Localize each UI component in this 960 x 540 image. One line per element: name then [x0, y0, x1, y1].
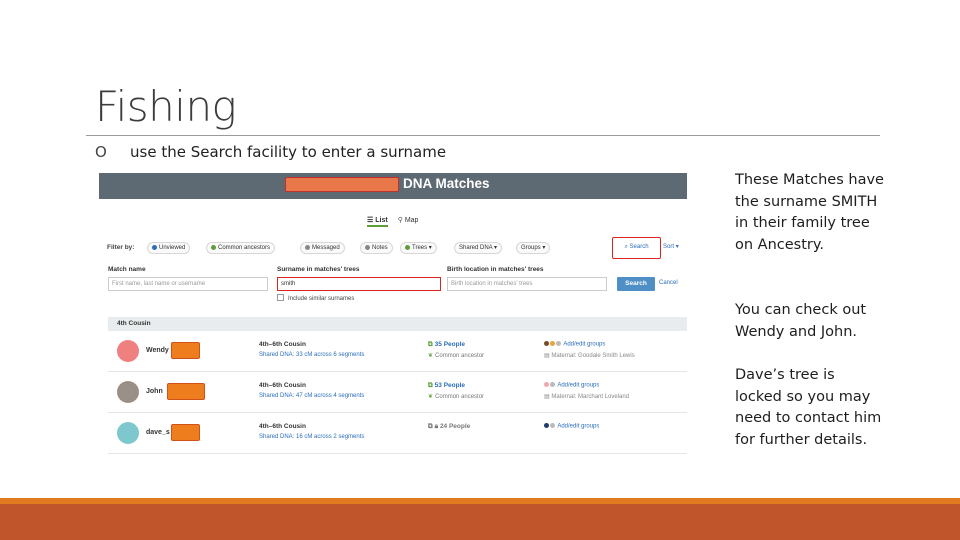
group-dot-icon	[544, 341, 549, 346]
note-icon: ▤	[544, 353, 550, 359]
lock-icon: 🔒︎	[434, 423, 439, 430]
filter-notes[interactable]: Notes	[360, 242, 393, 254]
match-row-john[interactable]: John 4th–6th Cousin Shared DNA: 47 cM ac…	[108, 373, 687, 413]
surname-input[interactable]: smith	[277, 277, 441, 291]
shared-dna-link[interactable]: Shared DNA: 16 cM across 2 segments	[259, 434, 364, 440]
tree-link[interactable]: ⧉ 35 People	[428, 341, 465, 349]
group-dot-icon	[556, 341, 561, 346]
common-ancestor-badge[interactable]: ❦ Common ancestor	[428, 393, 484, 400]
bullet-marker: O	[95, 143, 107, 161]
group-heading: 4th Cousin	[108, 317, 687, 331]
birth-location-input[interactable]: Birth location in matches' trees	[447, 277, 607, 291]
birth-location-label: Birth location in matches' trees	[447, 266, 544, 273]
shared-dna-link[interactable]: Shared DNA: 47 cM across 4 segments	[259, 393, 364, 399]
leaf-icon: ❦	[428, 394, 434, 400]
match-name-input[interactable]: First name, last name or username	[108, 277, 268, 291]
slide-title: Fishing	[95, 82, 237, 131]
similar-surnames-checkbox[interactable]: Include similar surnames	[277, 294, 354, 302]
filter-bar: Filter by: Unviewed Common ancestors Mes…	[107, 242, 687, 254]
filter-label: Filter by:	[107, 244, 135, 251]
relationship: 4th–6th Cousin	[259, 382, 306, 389]
tree-icon: ⧉	[428, 382, 433, 389]
map-pin-icon: ⚲	[397, 217, 403, 224]
match-row-wendy[interactable]: Wendy 4th–6th Cousin Shared DNA: 33 cM a…	[108, 332, 687, 372]
cancel-link[interactable]: Cancel	[659, 280, 678, 286]
groups-link[interactable]: Add/edit groups	[544, 382, 599, 389]
common-ancestor-badge[interactable]: ❦ Common ancestor	[428, 352, 484, 359]
redacted-surname	[171, 424, 200, 441]
filter-common-ancestors[interactable]: Common ancestors	[206, 242, 276, 254]
groups-link[interactable]: Add/edit groups	[544, 423, 599, 430]
message-icon	[305, 244, 310, 250]
side-note-wendy-john: You can check out Wendy and John.	[735, 302, 867, 340]
groups-link[interactable]: Add/edit groups	[544, 341, 605, 348]
leaf-icon: ❦	[428, 353, 434, 359]
side-note-smith: These Matches have the surname SMITH in …	[735, 172, 884, 254]
filter-messaged[interactable]: Messaged	[300, 242, 345, 254]
list-icon: ☰	[367, 217, 374, 224]
match-name[interactable]: dave_s	[146, 429, 170, 436]
dna-matches-title: DNA Matches	[403, 176, 490, 191]
filter-trees[interactable]: Trees ▾	[400, 242, 437, 254]
tree-icon	[405, 244, 410, 250]
bullet-text: use the Search facility to enter a surna…	[130, 143, 447, 161]
view-toggle: ☰ List ⚲ Map	[367, 216, 426, 227]
unviewed-dot-icon	[152, 244, 157, 250]
locked-tree: ⧉ 🔒︎ 24 People	[428, 423, 471, 430]
avatar	[117, 381, 139, 403]
note-icon	[365, 244, 370, 250]
match-note: ▤ Maternal: Marchant Loveland	[544, 394, 630, 400]
dna-matches-screenshot: DNA Matches ☰ List ⚲ Map Filter by: Unview…	[99, 173, 687, 461]
tree-link[interactable]: ⧉ 53 People	[428, 382, 465, 390]
redacted-surname	[171, 342, 200, 359]
shared-dna-link[interactable]: Shared DNA: 33 cM across 6 segments	[259, 352, 364, 358]
group-dot-icon	[550, 423, 555, 428]
match-name[interactable]: John	[146, 388, 163, 395]
group-dot-icon	[550, 382, 555, 387]
title-divider	[86, 135, 880, 136]
match-name-label: Match name	[108, 266, 146, 273]
note-icon: ▤	[544, 394, 550, 400]
surname-label: Surname in matches' trees	[277, 266, 360, 273]
relationship: 4th–6th Cousin	[259, 341, 306, 348]
screenshot-header: DNA Matches	[99, 173, 687, 199]
list-view-tab[interactable]: ☰ List	[367, 216, 388, 227]
filter-unviewed[interactable]: Unviewed	[147, 242, 191, 254]
tree-icon: ⧉	[428, 423, 433, 430]
search-icon: ⌕	[624, 244, 628, 250]
leaf-icon	[211, 244, 216, 250]
search-submit-button[interactable]: Search	[617, 277, 655, 291]
group-dot-icon	[544, 423, 549, 428]
match-row-dave[interactable]: dave_s 4th–6th Cousin Shared DNA: 16 cM …	[108, 414, 687, 454]
sort-button[interactable]: Sort ▾	[663, 243, 679, 250]
group-dot-icon	[550, 341, 555, 346]
tree-icon: ⧉	[428, 341, 433, 348]
chevron-down-icon: ▾	[675, 244, 679, 250]
filter-groups[interactable]: Groups ▾	[516, 242, 551, 254]
redacted-surname	[167, 383, 205, 400]
footer-bar	[0, 504, 960, 540]
match-name[interactable]: Wendy	[146, 347, 169, 354]
match-note: ▤ Maternal: Goodale Smith Lewis	[544, 353, 635, 359]
filter-shared-dna[interactable]: Shared DNA ▾	[454, 242, 503, 254]
group-dot-icon	[544, 382, 549, 387]
avatar	[117, 422, 139, 444]
map-view-tab[interactable]: ⚲ Map	[398, 216, 419, 224]
side-note-dave: Dave’s tree is locked so you may need to…	[735, 367, 882, 449]
search-toggle-button[interactable]: ⌕ Search	[612, 237, 661, 259]
avatar	[117, 340, 139, 362]
checkbox-icon	[277, 294, 284, 301]
relationship: 4th–6th Cousin	[259, 423, 306, 430]
redacted-owner-name	[285, 177, 399, 192]
